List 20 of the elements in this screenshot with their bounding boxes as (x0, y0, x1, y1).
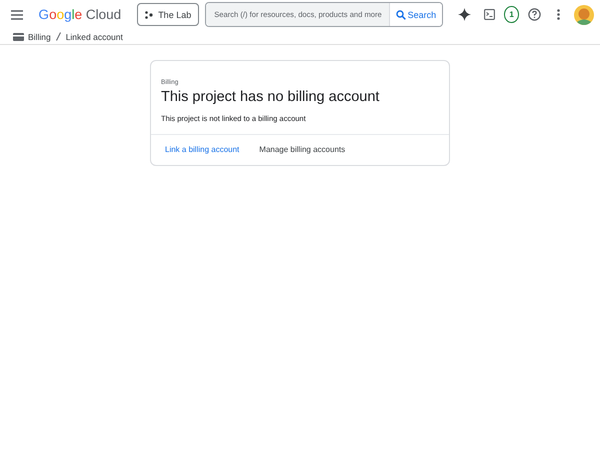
search-button[interactable]: Search (388, 3, 442, 26)
project-picker[interactable]: The Lab (137, 3, 200, 26)
search-icon (396, 10, 406, 20)
nodes-icon (145, 10, 154, 18)
avatar-icon (574, 4, 594, 24)
card-icon (13, 32, 24, 40)
sparkle-icon (458, 8, 471, 21)
link-account-button[interactable]: Link a billing account (157, 143, 248, 156)
slash-icon (56, 32, 61, 41)
menu-icon (11, 10, 24, 20)
more-icon (557, 9, 560, 20)
card-title: This project has no billing account (161, 89, 380, 105)
account-button[interactable] (574, 4, 594, 26)
breadcrumb-link[interactable]: Billing (13, 32, 51, 42)
terminal-icon (484, 9, 495, 20)
breadcrumb-link[interactable]: Linked account (66, 32, 123, 42)
logo[interactable]: Google Cloud (38, 7, 122, 22)
manage-accounts-button[interactable]: Manage billing accounts (251, 143, 354, 156)
help-icon (528, 8, 541, 21)
notification-badge[interactable]: 1 (504, 6, 519, 23)
